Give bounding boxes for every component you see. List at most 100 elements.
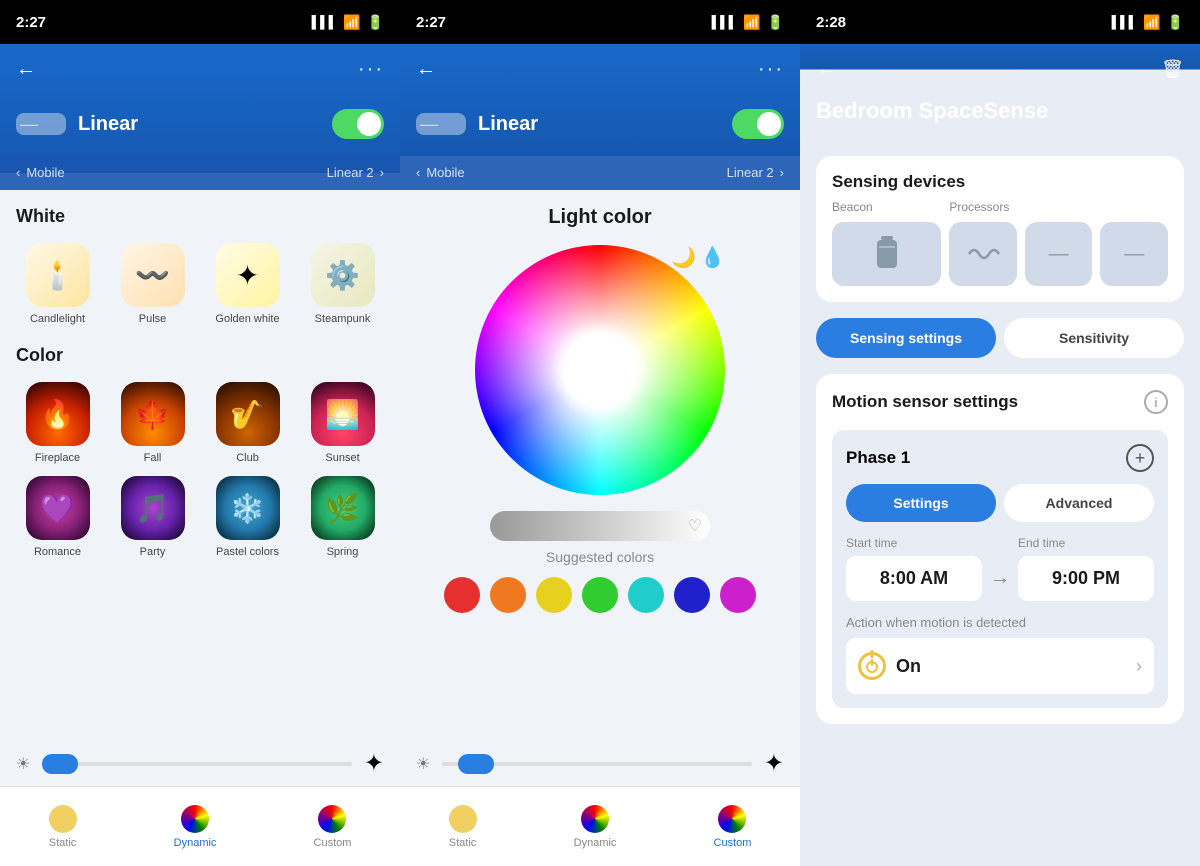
tab-static-2[interactable]: Static [449,805,477,849]
tab-custom-2[interactable]: Custom [714,805,752,849]
phase-tabs: Settings Advanced [846,484,1154,522]
device-row-2: — Linear [400,94,800,154]
brightness-slider-thumb-2[interactable] [458,754,494,774]
beacon-cards [832,222,941,286]
color-dot-green[interactable] [582,577,618,613]
color-dot-blue[interactable] [674,577,710,613]
device-info-1: — Linear [16,113,138,136]
color-wheel-wrapper[interactable]: 🌙 💧 [475,245,725,495]
nav-bar-3: ← 🗑 [800,44,1200,94]
breadcrumb-linear2-1[interactable]: Linear 2 [327,165,374,180]
back-button-1[interactable]: ← [16,58,36,81]
suggested-title: Suggested colors [416,549,784,565]
color-wheel-inner [475,245,725,495]
info-icon[interactable]: i [1144,390,1168,414]
tab-static-1[interactable]: Static [49,805,77,849]
color-dot-orange[interactable] [490,577,526,613]
battery-icon-3: 🔋 [1167,14,1184,31]
dynamic-icon-1 [181,805,209,833]
start-time-value[interactable]: 8:00 AM [846,556,982,601]
brightness-slider-1[interactable] [42,762,352,766]
action-text: On [896,656,921,677]
tab-custom-1[interactable]: Custom [314,805,352,849]
phase-header: Phase 1 + [846,444,1154,472]
phase-add-button[interactable]: + [1126,444,1154,472]
action-row[interactable]: On › [846,638,1154,694]
pastel-label: Pastel colors [216,546,279,558]
heart-icon[interactable]: ♡ [688,516,702,536]
color-dot-cyan[interactable] [628,577,664,613]
action-section: Action when motion is detected On › [846,615,1154,694]
breadcrumb-2: ‹ Mobile Linear 2 › [400,154,800,190]
scene-sunset[interactable]: 🌅 Sunset [301,382,384,464]
steampunk-label: Steampunk [315,313,371,325]
scene-pulse[interactable]: 〰️ Pulse [111,243,194,325]
nav-bar-1: ← ··· [0,44,400,94]
scene-romance[interactable]: 💜 Romance [16,476,99,558]
brightness-slider-2[interactable] [442,762,752,766]
breadcrumb-left-1: ‹ Mobile [16,165,65,180]
color-wheel[interactable] [475,245,725,495]
tab-dynamic-2[interactable]: Dynamic [574,805,617,849]
chevron-left-icon-1: ‹ [16,165,20,180]
sensitivity-label: Sensitivity [1059,330,1129,346]
sensitivity-tab[interactable]: Sensitivity [1004,318,1184,358]
toggle-switch-2[interactable] [732,109,784,139]
breadcrumb-mobile-1[interactable]: Mobile [26,165,64,180]
scene-steampunk[interactable]: ⚙️ Steampunk [301,243,384,325]
dynamic-label-2: Dynamic [574,837,617,849]
breadcrumb-mobile-2[interactable]: Mobile [426,165,464,180]
steampunk-icon: ⚙️ [311,243,375,307]
end-time-value[interactable]: 9:00 PM [1018,556,1154,601]
color-dot-magenta[interactable] [720,577,756,613]
advanced-tab[interactable]: Advanced [1004,484,1154,522]
toggle-switch-1[interactable] [332,109,384,139]
breadcrumb-1: ‹ Mobile Linear 2 › [0,154,400,190]
processor-card-2[interactable]: — [1100,222,1168,286]
scene-spring[interactable]: 🌿 Spring [301,476,384,558]
back-button-2[interactable]: ← [416,58,436,81]
color-dot-red[interactable] [444,577,480,613]
golden-white-icon: ✦ [216,243,280,307]
scene-club[interactable]: 🎷 Club [206,382,289,464]
color-brightness-slider[interactable]: ♡ [490,511,710,541]
beacon-bottle-icon [871,234,903,274]
scene-party[interactable]: 🎵 Party [111,476,194,558]
sensing-devices-section: Sensing devices Beacon [816,156,1184,302]
tab-dynamic-1[interactable]: Dynamic [174,805,217,849]
custom-icon-1 [318,805,346,833]
scene-fall[interactable]: 🍁 Fall [111,382,194,464]
breadcrumb-linear2-2[interactable]: Linear 2 [727,165,774,180]
scene-pastel[interactable]: ❄️ Pastel colors [206,476,289,558]
processors-group: Processors — — [949,200,1168,286]
color-mode-icons: 🌙 💧 [671,245,725,270]
status-bar-2: 2:27 ▌▌▌ 📶 🔋 [400,0,800,44]
scene-fireplace[interactable]: 🔥 Fireplace [16,382,99,464]
more-button-1[interactable]: ··· [358,58,384,81]
more-button-2[interactable]: ··· [758,58,784,81]
back-button-3[interactable]: ← [816,58,836,81]
chevron-right-icon-2: › [780,165,784,180]
start-time-group: Start time 8:00 AM [846,536,982,601]
battery-icon-2: 🔋 [767,14,784,31]
settings-tab[interactable]: Settings [846,484,996,522]
processor-card-1[interactable]: — [1025,222,1093,286]
brightness-slider-thumb[interactable] [42,754,78,774]
custom-label-1: Custom [314,837,352,849]
beacon-card[interactable] [832,222,941,286]
phase-title: Phase 1 [846,448,910,468]
wifi-icon-3: 📶 [1143,14,1160,31]
wifi-icon-2: 📶 [743,14,760,31]
sensing-settings-tab[interactable]: Sensing settings [816,318,996,358]
device-row-1: — Linear [0,94,400,154]
signal-icon: ▌▌▌ [312,15,338,29]
trash-button[interactable]: 🗑 [1161,59,1184,80]
scene-candlelight[interactable]: 🕯️ Candlelight [16,243,99,325]
scene-golden-white[interactable]: ✦ Golden white [206,243,289,325]
white-scene-grid: 🕯️ Candlelight 〰️ Pulse ✦ Golden white ⚙… [16,243,384,325]
color-dot-yellow[interactable] [536,577,572,613]
processor-card-signal[interactable] [949,222,1017,286]
candlelight-icon: 🕯️ [26,243,90,307]
brightness-low-icon-2: ☀ [416,754,430,774]
static-label-2: Static [449,837,477,849]
